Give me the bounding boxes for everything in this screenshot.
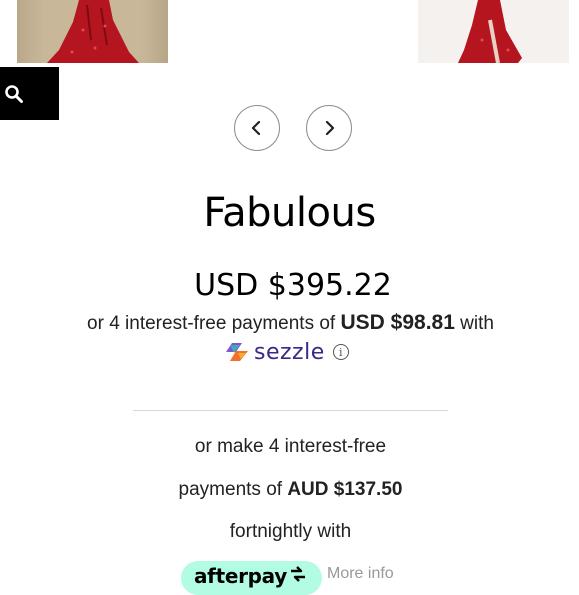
afterpay-more-info-link[interactable]: More info bbox=[327, 565, 394, 583]
afterpay-payments-prefix: payments of bbox=[178, 479, 288, 500]
afterpay-text-line-2: payments of AUD $137.50 bbox=[0, 479, 579, 501]
red-dress-image bbox=[458, 0, 522, 63]
product-thumbnail-left[interactable] bbox=[17, 0, 168, 63]
sezzle-wordmark: sezzle bbox=[254, 339, 325, 365]
divider bbox=[133, 410, 448, 411]
afterpay-wordmark: afterpay bbox=[193, 564, 288, 588]
next-image-button[interactable] bbox=[306, 105, 352, 151]
previous-image-button[interactable] bbox=[234, 105, 280, 151]
sezzle-installment-text: or 4 interest-free payments of USD $98.8… bbox=[0, 311, 579, 335]
afterpay-arrows-icon bbox=[291, 566, 306, 582]
product-price: USD $395.22 bbox=[194, 268, 392, 303]
sezzle-logo[interactable]: sezzle i bbox=[226, 338, 349, 366]
sezzle-amount: USD $98.81 bbox=[340, 311, 455, 334]
sezzle-text-before: or 4 interest-free payments of bbox=[87, 313, 341, 334]
chevron-right-icon bbox=[325, 120, 335, 136]
product-thumbnail-right[interactable] bbox=[418, 0, 569, 63]
afterpay-text-line-3: fortnightly with bbox=[229, 521, 352, 542]
product-title: Fabulous bbox=[203, 190, 376, 236]
afterpay-text-line-1: or make 4 interest-free bbox=[194, 436, 387, 457]
sezzle-text-after: with bbox=[454, 313, 494, 334]
search-button[interactable] bbox=[0, 67, 59, 120]
red-dress-image bbox=[47, 0, 139, 63]
afterpay-amount: AUD $137.50 bbox=[287, 479, 403, 500]
info-icon[interactable]: i bbox=[332, 344, 349, 360]
search-icon bbox=[5, 84, 23, 103]
sezzle-logo-icon bbox=[226, 343, 248, 361]
chevron-left-icon bbox=[251, 120, 261, 136]
afterpay-logo-badge[interactable]: afterpay bbox=[181, 561, 322, 595]
